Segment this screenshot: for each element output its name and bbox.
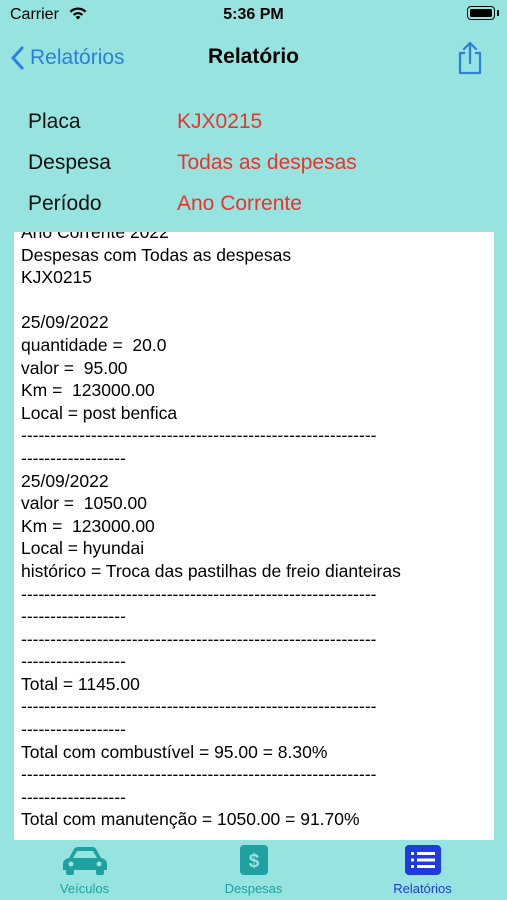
- filter-row-despesa[interactable]: Despesa Todas as despesas: [0, 151, 507, 181]
- report-line: ----------------------------------------…: [21, 425, 377, 446]
- report-line: 25/09/2022: [21, 312, 109, 333]
- car-icon: [0, 844, 169, 876]
- filter-row-placa[interactable]: Placa KJX0215: [0, 110, 507, 140]
- filter-label: Placa: [28, 110, 81, 133]
- report-line: Total com combustível = 95.00 = 8.30%: [21, 741, 328, 762]
- report-line: Local = hyundai: [21, 538, 145, 559]
- status-bar: Carrier 5:36 PM: [0, 0, 507, 32]
- navigation-bar: Relatórios Relatório: [0, 32, 507, 84]
- screen: Carrier 5:36 PM Relatórios Relatório Pla…: [0, 0, 507, 900]
- report-line: valor = 1050.00: [21, 493, 147, 514]
- report-line: ------------------: [21, 606, 126, 627]
- page-title: Relatório: [207, 45, 299, 68]
- report-line: Km = 123000.00: [21, 515, 155, 536]
- report-line: ------------------: [21, 651, 126, 672]
- report-line: ------------------: [21, 447, 126, 468]
- dollar-icon: $: [169, 844, 338, 876]
- report-line: [21, 289, 401, 312]
- tab-relatorios[interactable]: Relatórios: [338, 840, 507, 900]
- filter-value-placa[interactable]: KJX0215: [177, 110, 262, 134]
- list-icon: [338, 844, 507, 876]
- filter-row-periodo[interactable]: Período Ano Corrente: [0, 192, 507, 222]
- report-line: ----------------------------------------…: [21, 696, 377, 717]
- report-line: Total com manutenção = 1050.00 = 91.70%: [21, 809, 360, 830]
- filter-label: Período: [28, 192, 102, 215]
- tab-bar: Veículos $ Despesas Relatórios: [0, 840, 507, 900]
- tab-label: Veículos: [59, 881, 110, 896]
- report-text-view[interactable]: Ano Corrente 2022 Despesas com Todas as d…: [14, 232, 494, 840]
- report-content: Ano Corrente 2022 Despesas com Todas as d…: [14, 232, 401, 840]
- svg-text:$: $: [248, 851, 259, 872]
- report-line: Total = 1145.00: [21, 673, 140, 694]
- share-icon: [458, 41, 482, 75]
- tab-veiculos[interactable]: Veículos: [0, 840, 169, 900]
- filter-value-periodo[interactable]: Ano Corrente: [177, 192, 302, 216]
- report-line: ----------------------------------------…: [21, 831, 401, 840]
- report-line: ----------------------------------------…: [21, 583, 377, 604]
- report-line: 25/09/2022: [21, 470, 109, 491]
- filter-label: Despesa: [28, 151, 111, 174]
- tab-label: Relatórios: [393, 881, 452, 896]
- tab-label: Despesas: [224, 881, 283, 896]
- battery-icon: [467, 6, 499, 20]
- report-line: histórico = Troca das pastilhas de freio…: [21, 560, 401, 581]
- report-line: Ano Corrente 2022: [21, 232, 169, 242]
- report-line: quantidade = 20.0: [21, 334, 167, 355]
- filter-value-despesa[interactable]: Todas as despesas: [177, 151, 357, 175]
- report-line: Km = 123000.00: [21, 380, 155, 401]
- report-line: ----------------------------------------…: [21, 628, 377, 649]
- clock-time: 5:36 PM: [223, 6, 284, 23]
- report-line: KJX0215: [21, 267, 93, 288]
- share-button[interactable]: [455, 40, 485, 76]
- report-line: ------------------: [21, 786, 126, 807]
- report-line: Despesas com Todas as despesas: [21, 244, 292, 265]
- report-line: valor = 95.00: [21, 357, 128, 378]
- tab-despesas[interactable]: $ Despesas: [169, 840, 338, 900]
- report-line: Local = post benfica: [21, 402, 178, 423]
- report-line: ------------------: [21, 719, 126, 740]
- report-line: ----------------------------------------…: [21, 764, 377, 785]
